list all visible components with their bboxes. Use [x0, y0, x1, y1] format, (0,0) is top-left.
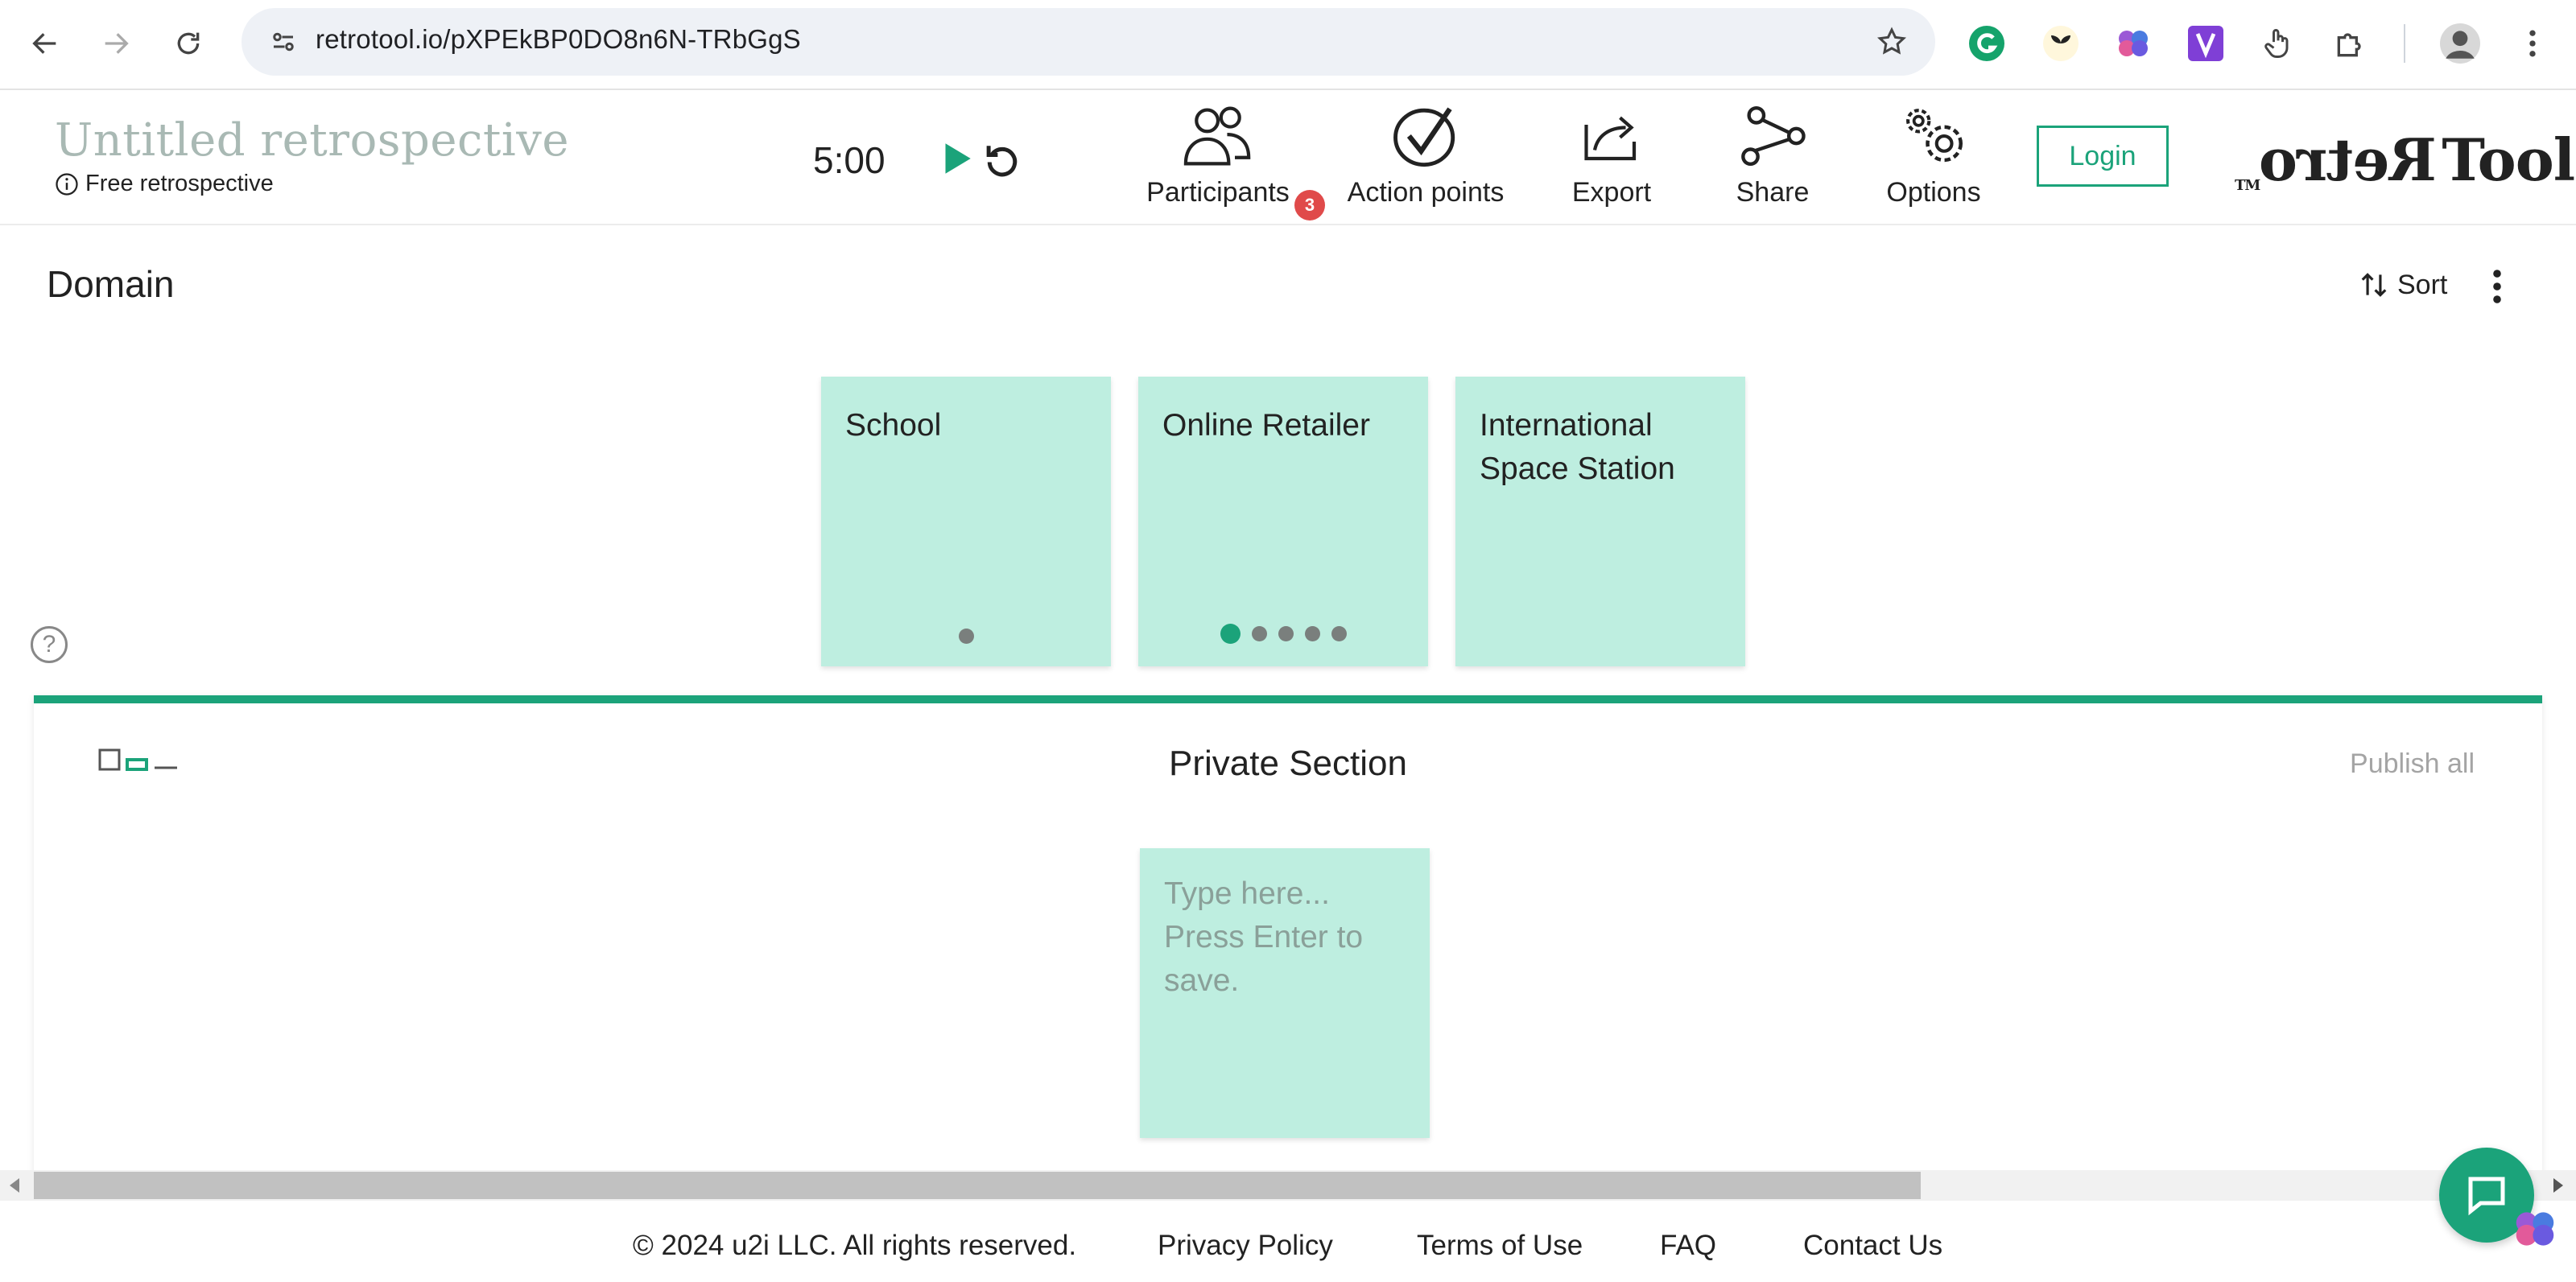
participants-icon: [1183, 106, 1251, 166]
pagination-dot[interactable]: [1220, 624, 1241, 644]
reload-button[interactable]: [163, 18, 214, 69]
publish-all-button[interactable]: Publish all: [2350, 748, 2475, 780]
pagination-dot[interactable]: [1304, 626, 1320, 641]
play-icon[interactable]: [935, 138, 976, 179]
options-button[interactable]: Options: [1879, 100, 1988, 221]
share-icon: [1741, 105, 1806, 167]
card-text: Online Retailer: [1162, 408, 1370, 443]
browser-toolbar: retrotool.io/pXPEkBP0DO8n6N-TRbGgS: [0, 0, 2576, 90]
privacy-policy-link[interactable]: Privacy Policy: [1158, 1230, 1333, 1262]
pagination-dot[interactable]: [1251, 626, 1267, 641]
participants-label: Participants: [1146, 177, 1290, 208]
idea-card[interactable]: Online Retailer: [1138, 377, 1428, 666]
browser-menu-button[interactable]: [2507, 18, 2558, 69]
gears-icon: [1906, 109, 1963, 163]
checkmark-circle-icon: [1393, 107, 1455, 167]
card-text: School: [845, 408, 942, 443]
logo-retro-mirrored: Retro: [2260, 126, 2438, 194]
hand-pointer-icon[interactable]: [2252, 18, 2304, 69]
arrow-left-icon: [32, 33, 56, 54]
profile-avatar[interactable]: [2434, 18, 2486, 69]
export-label: Export: [1571, 177, 1652, 208]
info-icon: [56, 172, 78, 196]
sort-button[interactable]: Sort: [2359, 269, 2447, 301]
scrollbar-thumb[interactable]: [34, 1172, 1921, 1199]
footer: © 2024 u2i LLC. All rights reserved. Pri…: [0, 1201, 2576, 1282]
participants-count-badge: 3: [1294, 190, 1325, 221]
app-header: Untitled retrospective Free retrospectiv…: [0, 90, 2576, 225]
kebab-menu-icon: [2493, 270, 2501, 303]
address-bar[interactable]: retrotool.io/pXPEkBP0DO8n6N-TRbGgS: [242, 8, 1935, 76]
help-icon[interactable]: ?: [31, 626, 68, 663]
pagination-dot[interactable]: [958, 629, 974, 644]
v-icon[interactable]: [2180, 18, 2231, 69]
grammarly-icon[interactable]: [1961, 18, 2013, 69]
faq-link[interactable]: FAQ: [1660, 1230, 1716, 1262]
brain-icon[interactable]: [2107, 18, 2159, 69]
sort-arrows-icon: [2361, 273, 2387, 297]
logo-tm: TM: [2235, 177, 2260, 194]
column-menu-button[interactable]: [2481, 262, 2513, 311]
site-settings-icon[interactable]: [258, 16, 309, 68]
free-retro-info[interactable]: Free retrospective: [55, 171, 274, 197]
private-section-title: Private Section: [1169, 744, 1407, 783]
export-icon: [1584, 116, 1637, 161]
toolbar-divider: [2404, 24, 2405, 63]
options-label: Options: [1886, 177, 1981, 208]
private-section: Private Section Publish all Type here...…: [34, 695, 2542, 1178]
back-button[interactable]: [19, 18, 71, 69]
share-label: Share: [1736, 177, 1810, 208]
retrospective-title[interactable]: Untitled retrospective: [55, 114, 569, 167]
retrotool-logo[interactable]: TMRetro Tool: [2235, 126, 2575, 194]
column-title[interactable]: Domain: [47, 262, 175, 306]
kebab-menu-icon: [2529, 30, 2536, 57]
card-pagination-dots: [1138, 624, 1428, 644]
new-card-input[interactable]: Type here... Press Enter to save.: [1140, 848, 1430, 1138]
horizontal-scrollbar[interactable]: [0, 1170, 2576, 1201]
timer-display: 5:00: [813, 139, 886, 181]
sprout-icon[interactable]: [2035, 18, 2087, 69]
puzzle-icon[interactable]: [2325, 18, 2376, 69]
pagination-dot[interactable]: [1278, 626, 1294, 641]
participants-button[interactable]: Participants: [1141, 100, 1294, 221]
reset-timer-icon[interactable]: [980, 137, 1024, 180]
idea-card[interactable]: International Space Station: [1455, 377, 1745, 666]
contact-us-link[interactable]: Contact Us: [1803, 1230, 1942, 1262]
export-button[interactable]: Export: [1562, 100, 1662, 221]
bookmark-star-icon[interactable]: [1866, 16, 1918, 68]
copyright-text: © 2024 u2i LLC. All rights reserved.: [633, 1230, 1077, 1261]
login-button[interactable]: Login: [2037, 126, 2169, 187]
chat-icon: [2468, 1177, 2505, 1216]
reload-icon: [177, 32, 200, 55]
action-points-label: Action points: [1347, 177, 1505, 208]
pagination-dot[interactable]: [1331, 626, 1347, 641]
scroll-right-icon[interactable]: [2553, 1178, 2563, 1193]
url-text[interactable]: retrotool.io/pXPEkBP0DO8n6N-TRbGgS: [316, 24, 801, 55]
action-points-button[interactable]: Action points: [1343, 100, 1509, 221]
arrow-right-icon: [105, 33, 129, 54]
forward-button[interactable]: [90, 18, 142, 69]
card-pagination-dots: [821, 629, 1111, 644]
card-text: International Space Station: [1480, 408, 1675, 486]
share-button[interactable]: Share: [1723, 100, 1823, 221]
logo-tool: Tool: [2442, 126, 2575, 194]
free-retro-label: Free retrospective: [85, 171, 274, 196]
sort-label: Sort: [2397, 269, 2448, 300]
scroll-left-icon[interactable]: [10, 1178, 19, 1193]
idea-card[interactable]: School: [821, 377, 1111, 666]
brain-extension-badge-icon[interactable]: [2510, 1204, 2560, 1254]
terms-of-use-link[interactable]: Terms of Use: [1417, 1230, 1583, 1262]
